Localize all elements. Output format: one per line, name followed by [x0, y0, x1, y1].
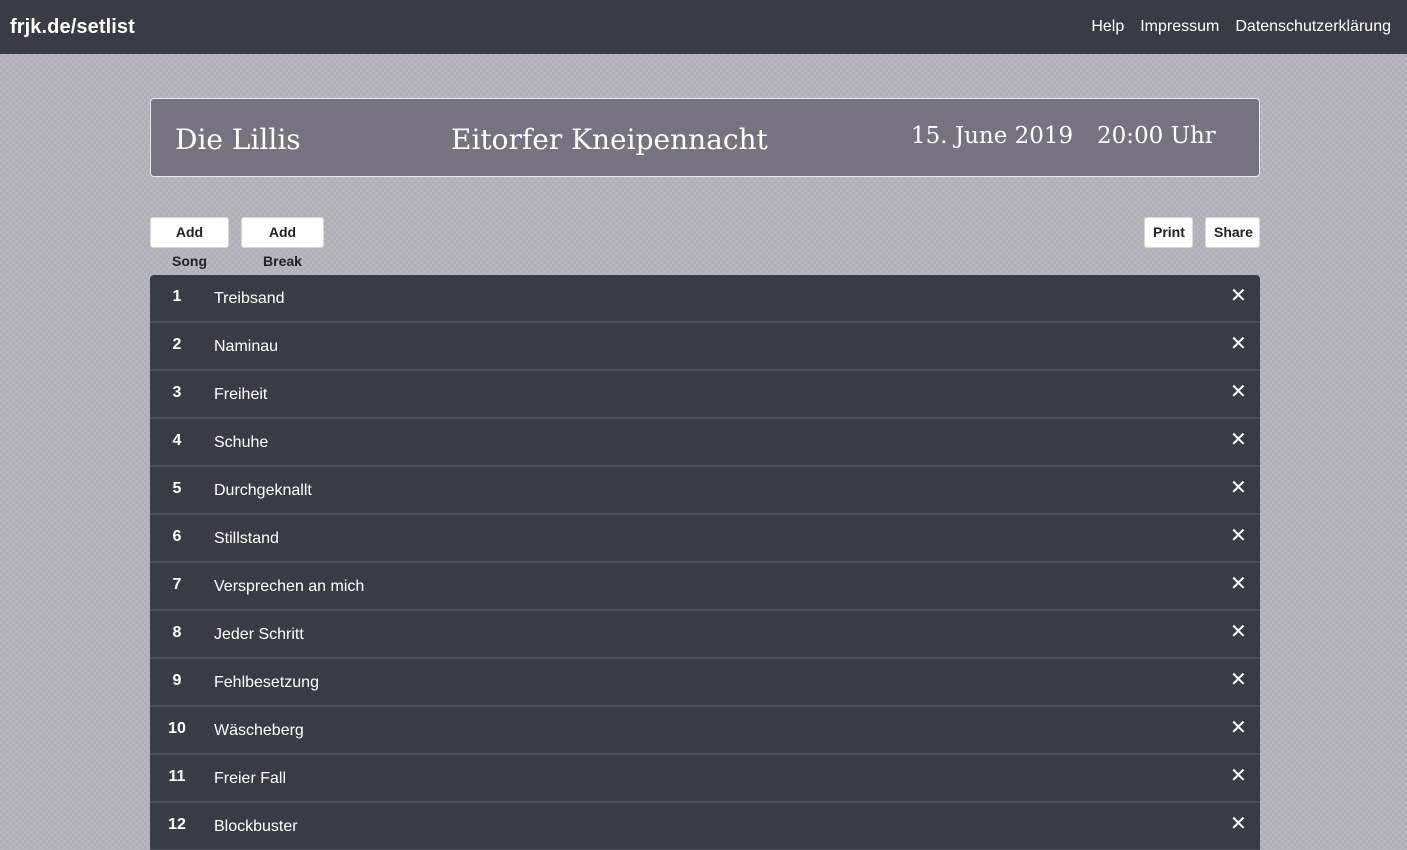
- song-number: 11: [168, 768, 186, 785]
- delete-icon[interactable]: ✕: [1230, 334, 1247, 354]
- song-title: Blockbuster: [214, 818, 298, 835]
- delete-icon[interactable]: ✕: [1230, 526, 1247, 546]
- song-number: 12: [168, 816, 186, 833]
- event-name[interactable]: Eitorfer Kneipennacht: [451, 123, 768, 156]
- song-row[interactable]: 8 Jeder Schritt ✕: [150, 611, 1260, 659]
- song-row[interactable]: 6 Stillstand ✕: [150, 515, 1260, 563]
- song-number: 4: [172, 432, 182, 449]
- delete-icon[interactable]: ✕: [1230, 430, 1247, 450]
- share-button[interactable]: Share: [1205, 217, 1260, 248]
- song-title: Stillstand: [214, 530, 279, 547]
- delete-icon[interactable]: ✕: [1230, 478, 1247, 498]
- gig-date[interactable]: 15. June 2019: [911, 123, 1073, 149]
- song-number: 5: [172, 480, 182, 497]
- song-row[interactable]: 5 Durchgeknallt ✕: [150, 467, 1260, 515]
- song-row[interactable]: 9 Fehlbesetzung ✕: [150, 659, 1260, 707]
- delete-icon[interactable]: ✕: [1230, 670, 1247, 690]
- song-title: Durchgeknallt: [214, 482, 312, 499]
- song-number: 8: [172, 624, 182, 641]
- nav-links: Help Impressum Datenschutzerklärung: [1091, 18, 1391, 36]
- delete-icon[interactable]: ✕: [1230, 382, 1247, 402]
- delete-icon[interactable]: ✕: [1230, 286, 1247, 306]
- song-number: 2: [172, 336, 182, 353]
- delete-icon[interactable]: ✕: [1230, 574, 1247, 594]
- navbar: frjk.de/setlist Help Impressum Datenschu…: [0, 0, 1407, 54]
- song-title: Naminau: [214, 338, 279, 355]
- song-row[interactable]: 1 Treibsand ✕: [150, 275, 1260, 323]
- song-row[interactable]: 4 Schuhe ✕: [150, 419, 1260, 467]
- song-row[interactable]: 3 Freiheit ✕: [150, 371, 1260, 419]
- band-name[interactable]: Die Lillis: [175, 123, 301, 156]
- print-button[interactable]: Print: [1144, 217, 1193, 248]
- song-number: 7: [172, 576, 182, 593]
- song-number: 9: [172, 672, 182, 689]
- song-title: Freier Fall: [214, 770, 287, 787]
- add-song-button[interactable]: Add Song: [150, 217, 229, 269]
- song-title: Wäscheberg: [214, 722, 304, 739]
- nav-link-impressum[interactable]: Impressum: [1140, 18, 1219, 36]
- song-number: 3: [172, 384, 182, 401]
- song-row[interactable]: 7 Versprechen an mich ✕: [150, 563, 1260, 611]
- song-row[interactable]: 10 Wäscheberg ✕: [150, 707, 1260, 755]
- setlist: 1 Treibsand ✕ 2 Naminau ✕ 3 Freiheit ✕ 4…: [150, 275, 1260, 850]
- song-row[interactable]: 12 Blockbuster ✕: [150, 803, 1260, 850]
- song-title: Jeder Schritt: [214, 626, 304, 643]
- nav-link-help[interactable]: Help: [1091, 18, 1124, 36]
- song-title: Schuhe: [214, 434, 269, 451]
- add-break-button[interactable]: Add Break: [241, 217, 324, 269]
- delete-icon[interactable]: ✕: [1230, 766, 1247, 786]
- song-number: 6: [172, 528, 182, 545]
- gig-header-card: Die Lillis Eitorfer Kneipennacht 15. Jun…: [150, 98, 1260, 177]
- gig-time[interactable]: 20:00 Uhr: [1097, 123, 1216, 149]
- song-number: 1: [172, 288, 182, 305]
- song-row[interactable]: 2 Naminau ✕: [150, 323, 1260, 371]
- song-number: 10: [168, 720, 186, 737]
- song-title: Treibsand: [214, 290, 285, 307]
- nav-link-datenschutz[interactable]: Datenschutzerklärung: [1235, 18, 1391, 36]
- delete-icon[interactable]: ✕: [1230, 718, 1247, 738]
- brand-link[interactable]: frjk.de/setlist: [10, 16, 135, 39]
- song-title: Freiheit: [214, 386, 268, 403]
- song-row[interactable]: 11 Freier Fall ✕: [150, 755, 1260, 803]
- delete-icon[interactable]: ✕: [1230, 622, 1247, 642]
- delete-icon[interactable]: ✕: [1230, 814, 1247, 834]
- song-title: Versprechen an mich: [214, 578, 365, 595]
- song-title: Fehlbesetzung: [214, 674, 319, 691]
